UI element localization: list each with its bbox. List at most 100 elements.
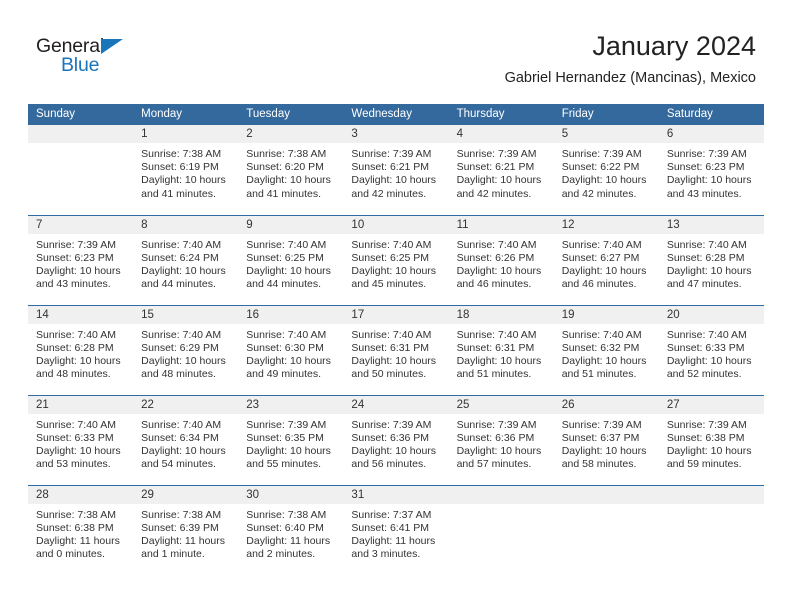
calendar-day-cell[interactable]: 16 Sunrise: 7:40 AM Sunset: 6:30 PM Dayligh… — [238, 304, 344, 395]
sunset-text: Sunset: 6:21 PM — [351, 161, 430, 174]
daylight-text-line1: Daylight: 10 hours — [246, 354, 331, 367]
day-details: Sunrise: 7:39 AM Sunset: 6:35 PM Daylight:… — [238, 414, 343, 472]
day-number: 18 — [448, 305, 554, 324]
calendar-day-cell[interactable]: 25 Sunrise: 7:39 AM Sunset: 6:36 PM Dayligh… — [448, 394, 554, 485]
calendar-day-cell[interactable]: 29 Sunrise: 7:38 AM Sunset: 6:39 PM Dayligh… — [133, 484, 239, 575]
day-details: Sunrise: 7:40 AM Sunset: 6:27 PM Daylight:… — [554, 234, 659, 292]
calendar-day-cell[interactable]: 31 Sunrise: 7:37 AM Sunset: 6:41 PM Dayligh… — [343, 484, 449, 575]
day-number: 1 — [133, 125, 239, 143]
sunset-text: Sunset: 6:23 PM — [666, 161, 745, 174]
sunrise-text: Sunrise: 7:40 AM — [456, 328, 537, 341]
calendar-day-cell[interactable]: 7 Sunrise: 7:39 AM Sunset: 6:23 PM Daylight… — [28, 214, 134, 305]
daylight-text-line1: Daylight: 10 hours — [246, 174, 331, 187]
logo-text-general: General — [36, 35, 104, 57]
page-subtitle: Gabriel Hernandez (Mancinas), Mexico — [504, 70, 756, 86]
sunrise-text: Sunrise: 7:37 AM — [351, 508, 432, 521]
calendar-day-cell[interactable]: 15 Sunrise: 7:40 AM Sunset: 6:29 PM Dayligh… — [133, 304, 239, 395]
sunrise-text: Sunrise: 7:40 AM — [666, 238, 747, 251]
day-details: Sunrise: 7:40 AM Sunset: 6:29 PM Daylight:… — [133, 324, 238, 382]
sunset-text: Sunset: 6:39 PM — [141, 521, 219, 534]
daylight-text-line1: Daylight: 10 hours — [141, 264, 226, 277]
calendar-day-cell[interactable]: 9 Sunrise: 7:40 AM Sunset: 6:25 PM Daylight… — [238, 214, 344, 305]
calendar-day-cell[interactable]: 6 Sunrise: 7:39 AM Sunset: 6:23 PM Daylight… — [658, 125, 764, 215]
calendar-day-cell[interactable]: 5 Sunrise: 7:39 AM Sunset: 6:22 PM Daylight… — [553, 125, 659, 215]
sunrise-text: Sunrise: 7:40 AM — [36, 328, 116, 341]
calendar-day-cell[interactable]: 26 Sunrise: 7:39 AM Sunset: 6:37 PM Dayligh… — [553, 394, 659, 485]
calendar-day-cell[interactable]: 2 Sunrise: 7:38 AM Sunset: 6:20 PM Daylight… — [238, 125, 344, 215]
page-header: General Blue January 2024 Gabriel Hernan… — [0, 0, 792, 103]
calendar-day-cell[interactable]: 23 Sunrise: 7:39 AM Sunset: 6:35 PM Dayligh… — [238, 394, 344, 485]
day-number: 15 — [133, 305, 239, 324]
calendar-header-row: Sunday Monday Tuesday Wednesday Thursday… — [28, 104, 764, 125]
calendar-day-cell[interactable]: 8 Sunrise: 7:40 AM Sunset: 6:24 PM Daylight… — [133, 214, 239, 305]
sunset-text: Sunset: 6:24 PM — [141, 251, 219, 264]
day-details: Sunrise: 7:38 AM Sunset: 6:40 PM Daylight:… — [238, 504, 343, 562]
sunset-text: Sunset: 6:25 PM — [351, 251, 430, 264]
calendar-day-cell[interactable]: 4 Sunrise: 7:39 AM Sunset: 6:21 PM Daylight… — [448, 125, 554, 215]
day-details: Sunrise: 7:40 AM Sunset: 6:33 PM Daylight:… — [659, 324, 764, 382]
calendar-day-cell[interactable]: 11 Sunrise: 7:40 AM Sunset: 6:26 PM Dayligh… — [448, 214, 554, 305]
daylight-text-line1: Daylight: 10 hours — [141, 174, 226, 187]
sunset-text: Sunset: 6:36 PM — [351, 431, 430, 444]
day-details: Sunrise: 7:39 AM Sunset: 6:21 PM Daylight:… — [343, 143, 448, 201]
day-number — [553, 485, 659, 504]
sunset-text: Sunset: 6:23 PM — [36, 251, 114, 264]
calendar-day-cell[interactable]: 30 Sunrise: 7:38 AM Sunset: 6:40 PM Dayligh… — [238, 484, 344, 575]
daylight-text-line1: Daylight: 10 hours — [246, 264, 331, 277]
day-number: 30 — [238, 485, 344, 504]
calendar-day-cell[interactable]: 18 Sunrise: 7:40 AM Sunset: 6:31 PM Dayligh… — [448, 304, 554, 395]
day-number: 2 — [238, 125, 344, 143]
calendar-day-cell[interactable]: 10 Sunrise: 7:40 AM Sunset: 6:25 PM Dayligh… — [343, 214, 449, 305]
sunrise-text: Sunrise: 7:40 AM — [561, 238, 642, 251]
calendar-day-cell[interactable]: 20 Sunrise: 7:40 AM Sunset: 6:33 PM Dayligh… — [658, 304, 764, 395]
calendar-day-cell[interactable]: 1 Sunrise: 7:38 AM Sunset: 6:19 PM Daylight… — [133, 125, 239, 215]
generalblue-logo[interactable]: General Blue — [36, 36, 156, 82]
calendar-day-cell[interactable]: 14 Sunrise: 7:40 AM Sunset: 6:28 PM Dayligh… — [28, 304, 134, 395]
daylight-text-line2: and 43 minutes. — [666, 187, 742, 200]
sunrise-text: Sunrise: 7:40 AM — [36, 418, 116, 431]
calendar-day-cell[interactable]: 24 Sunrise: 7:39 AM Sunset: 6:36 PM Dayligh… — [343, 394, 449, 485]
sunset-text: Sunset: 6:33 PM — [36, 431, 114, 444]
calendar-day-cell[interactable]: 12 Sunrise: 7:40 AM Sunset: 6:27 PM Dayligh… — [553, 214, 659, 305]
day-details: Sunrise: 7:40 AM Sunset: 6:30 PM Daylight:… — [238, 324, 343, 382]
daylight-text-line2: and 58 minutes. — [561, 458, 637, 471]
sunrise-text: Sunrise: 7:40 AM — [561, 328, 642, 341]
calendar-week-row: 1 Sunrise: 7:38 AM Sunset: 6:19 PM Daylight… — [28, 125, 764, 215]
day-details: Sunrise: 7:37 AM Sunset: 6:41 PM Daylight:… — [343, 504, 448, 562]
day-details: Sunrise: 7:38 AM Sunset: 6:19 PM Daylight:… — [133, 143, 238, 201]
calendar-day-cell[interactable]: 22 Sunrise: 7:40 AM Sunset: 6:34 PM Dayligh… — [133, 394, 239, 485]
daylight-text-line2: and 51 minutes. — [561, 368, 637, 381]
sunrise-text: Sunrise: 7:40 AM — [141, 238, 222, 251]
calendar-day-cell[interactable]: 13 Sunrise: 7:40 AM Sunset: 6:28 PM Dayligh… — [658, 214, 764, 305]
day-number: 16 — [238, 305, 344, 324]
calendar-day-cell[interactable]: 19 Sunrise: 7:40 AM Sunset: 6:32 PM Dayligh… — [553, 304, 659, 395]
daylight-text-line1: Daylight: 10 hours — [36, 444, 121, 457]
calendar-day-cell[interactable]: 21 Sunrise: 7:40 AM Sunset: 6:33 PM Dayligh… — [28, 394, 134, 485]
day-details: Sunrise: 7:40 AM Sunset: 6:25 PM Daylight:… — [238, 234, 343, 292]
daylight-text-line1: Daylight: 10 hours — [561, 264, 647, 277]
daylight-text-line1: Daylight: 10 hours — [456, 444, 542, 457]
calendar-day-cell[interactable]: 27 Sunrise: 7:39 AM Sunset: 6:38 PM Dayligh… — [658, 394, 764, 485]
daylight-text-line1: Daylight: 10 hours — [351, 264, 437, 277]
day-details: Sunrise: 7:39 AM Sunset: 6:37 PM Daylight:… — [554, 414, 659, 472]
sunset-text: Sunset: 6:32 PM — [561, 341, 640, 354]
sunset-text: Sunset: 6:29 PM — [141, 341, 219, 354]
sunset-text: Sunset: 6:28 PM — [666, 251, 745, 264]
daylight-text-line1: Daylight: 10 hours — [456, 354, 542, 367]
daylight-text-line2: and 44 minutes. — [141, 278, 216, 291]
calendar-day-cell[interactable]: 28 Sunrise: 7:38 AM Sunset: 6:38 PM Dayligh… — [28, 484, 134, 575]
daylight-text-line2: and 3 minutes. — [351, 548, 421, 561]
sunset-text: Sunset: 6:38 PM — [36, 521, 114, 534]
day-number: 25 — [448, 395, 554, 414]
day-details: Sunrise: 7:40 AM Sunset: 6:26 PM Daylight:… — [449, 234, 554, 292]
day-details: Sunrise: 7:39 AM Sunset: 6:36 PM Daylight:… — [343, 414, 448, 472]
sunrise-text: Sunrise: 7:39 AM — [456, 148, 537, 160]
day-number: 21 — [28, 395, 134, 414]
sunrise-text: Sunrise: 7:40 AM — [351, 238, 432, 251]
daylight-text-line2: and 48 minutes. — [36, 368, 111, 381]
calendar-day-cell-empty — [658, 484, 764, 575]
calendar-day-cell[interactable]: 17 Sunrise: 7:40 AM Sunset: 6:31 PM Dayligh… — [343, 304, 449, 395]
day-details: Sunrise: 7:38 AM Sunset: 6:20 PM Daylight:… — [238, 143, 343, 201]
calendar-day-cell[interactable]: 3 Sunrise: 7:39 AM Sunset: 6:21 PM Daylight… — [343, 125, 449, 215]
sunrise-text: Sunrise: 7:40 AM — [666, 328, 747, 341]
